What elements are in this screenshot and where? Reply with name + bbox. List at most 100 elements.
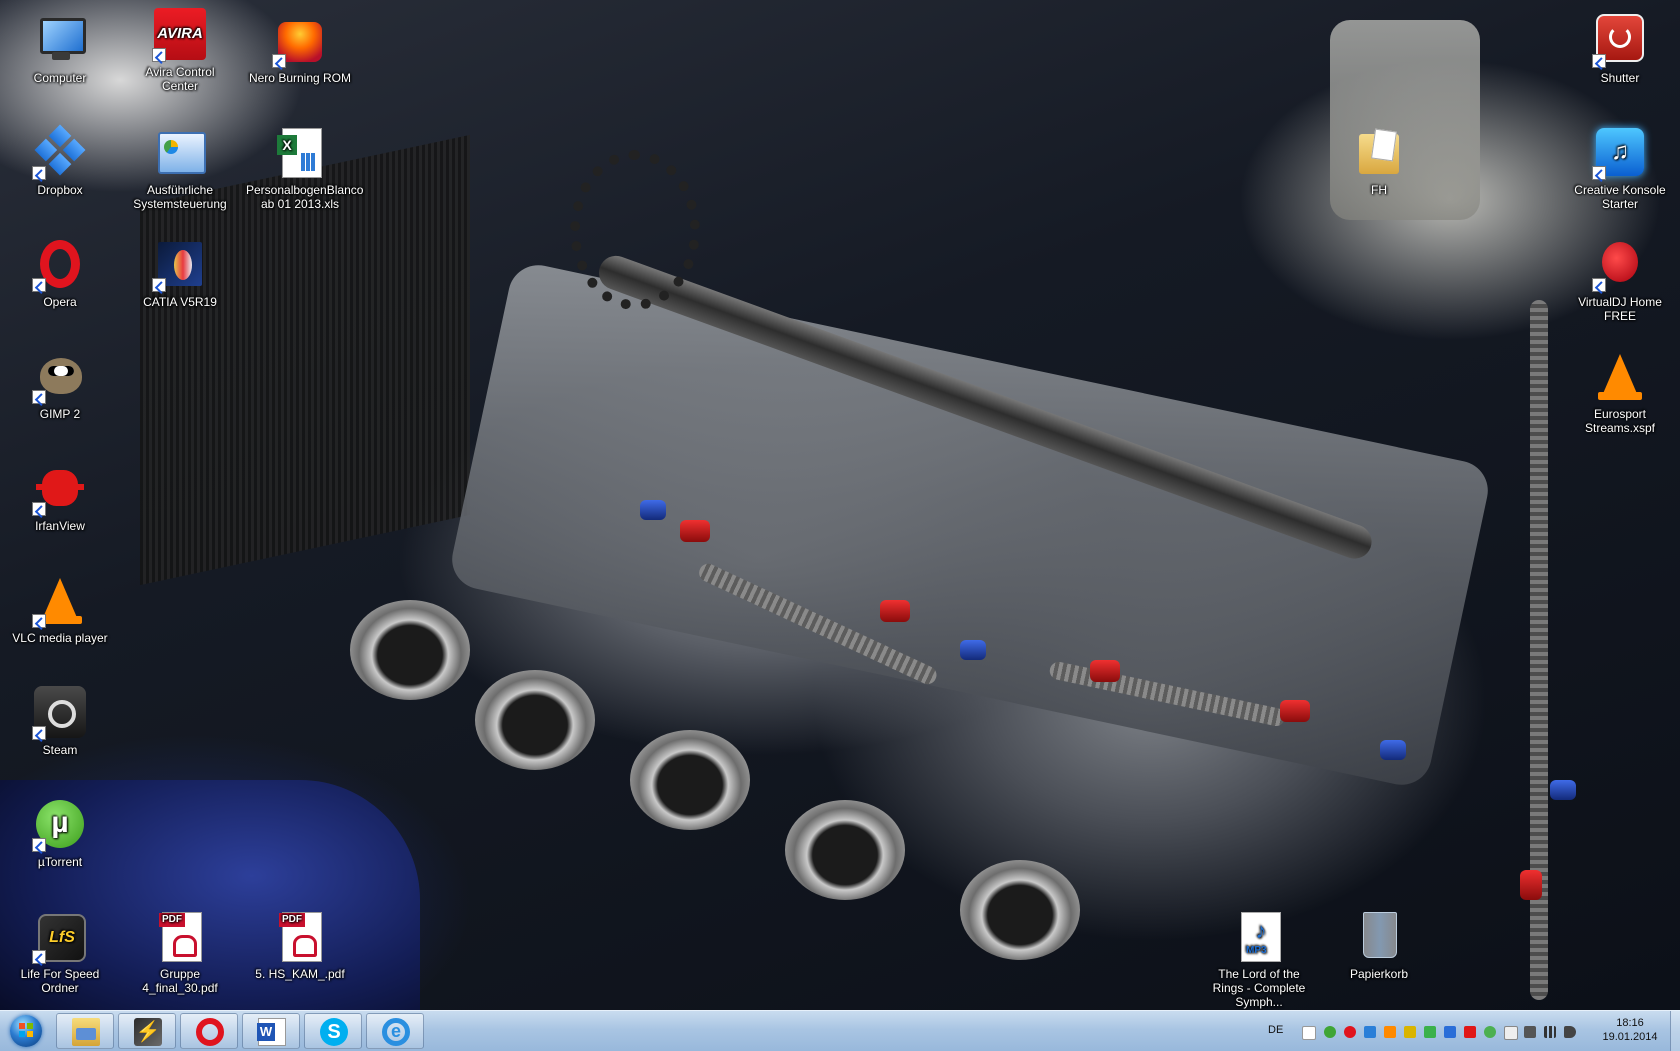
tray-dropbox-icon[interactable] xyxy=(1364,1026,1376,1038)
desktop-icon-label: CATIA V5R19 xyxy=(143,295,217,309)
shortcut-arrow-icon xyxy=(1592,54,1606,68)
excel-file-icon xyxy=(277,128,322,178)
desktop-icon-label: PersonalbogenBlanco ab 01 2013.xls xyxy=(246,183,364,211)
desktop-icon-lfs-folder[interactable]: LfS Life For Speed Ordner xyxy=(4,908,116,995)
tray-avira-icon[interactable] xyxy=(1464,1026,1476,1038)
desktop-icon-mp3[interactable]: ♪ The Lord of the Rings - Complete Symph… xyxy=(1203,908,1315,1009)
virtualdj-icon xyxy=(1602,242,1638,282)
tray-opera-icon[interactable] xyxy=(1344,1026,1356,1038)
folder-icon xyxy=(72,1018,100,1046)
desktop-icon-shutter[interactable]: Shutter xyxy=(1564,12,1676,85)
tray-temp-icon-2[interactable] xyxy=(1424,1026,1436,1038)
mp3-file-icon: ♪ xyxy=(1241,912,1281,962)
desktop-icon-gimp[interactable]: GIMP 2 xyxy=(4,348,116,421)
desktop-icon-label: VLC media player xyxy=(12,631,108,645)
tray-device-icon[interactable] xyxy=(1524,1026,1536,1038)
shortcut-arrow-icon xyxy=(32,166,46,180)
desktop-icon-recycle-bin[interactable]: Papierkorb xyxy=(1323,908,1435,981)
skype-icon: S xyxy=(320,1018,348,1046)
shortcut-arrow-icon xyxy=(1592,166,1606,180)
windows-logo-icon xyxy=(10,1015,42,1047)
shortcut-arrow-icon xyxy=(32,614,46,628)
desktop-icon-irfanview[interactable]: IrfanView xyxy=(4,460,116,533)
winamp-icon xyxy=(134,1018,162,1046)
shortcut-arrow-icon xyxy=(32,838,46,852)
pdf-file-icon xyxy=(159,912,202,962)
desktop-icon-fh-folder[interactable]: FH xyxy=(1323,124,1435,197)
desktop-icon-avira[interactable]: AVIRA Avira Control Center xyxy=(124,6,236,93)
tray-temp-icon[interactable] xyxy=(1404,1026,1416,1038)
clock-date: 19.01.2014 xyxy=(1602,1031,1658,1043)
desktop-icon-eurosport[interactable]: Eurosport Streams.xspf xyxy=(1564,348,1676,435)
taskbar-item-explorer[interactable] xyxy=(56,1013,114,1049)
irfanview-icon xyxy=(36,470,84,506)
network-signal-icon[interactable] xyxy=(1544,1026,1556,1038)
tray-shield-icon[interactable] xyxy=(1484,1026,1496,1038)
tray-car-icon[interactable] xyxy=(1444,1026,1456,1038)
desktop-icon-label: µTorrent xyxy=(37,855,83,869)
language-indicator[interactable]: DE xyxy=(1268,1024,1283,1036)
tray-check-icon[interactable] xyxy=(1324,1026,1336,1038)
shortcut-arrow-icon xyxy=(1592,278,1606,292)
desktop-icon-label: Steam xyxy=(42,743,78,757)
desktop-icon-pdf-hs-kam[interactable]: 5. HS_KAM_.pdf xyxy=(244,908,356,981)
taskbar-item-ie[interactable] xyxy=(366,1013,424,1049)
taskbar-item-opera[interactable] xyxy=(180,1013,238,1049)
desktop-icon-label: IrfanView xyxy=(35,519,85,533)
shortcut-arrow-icon xyxy=(32,502,46,516)
desktop-icon-label: VirtualDJ Home FREE xyxy=(1578,295,1662,323)
taskbar-item-winamp[interactable] xyxy=(118,1013,176,1049)
desktop-icon-opera[interactable]: Opera xyxy=(4,236,116,309)
desktop-icon-utorrent[interactable]: µ µTorrent xyxy=(4,796,116,869)
shortcut-arrow-icon xyxy=(32,390,46,404)
taskbar-clock[interactable]: 18:16 19.01.2014 xyxy=(1595,1016,1665,1044)
desktop-icon-label: Avira Control Center xyxy=(145,65,215,93)
word-icon xyxy=(257,1018,286,1046)
desktop-icon-steam[interactable]: Steam xyxy=(4,684,116,757)
shortcut-arrow-icon xyxy=(152,278,166,292)
internet-explorer-icon xyxy=(382,1018,410,1046)
taskbar-item-word[interactable] xyxy=(242,1013,300,1049)
clock-time: 18:16 xyxy=(1616,1017,1644,1029)
recycle-bin-icon xyxy=(1363,912,1397,958)
shortcut-arrow-icon xyxy=(32,950,46,964)
taskbar-item-skype[interactable]: S xyxy=(304,1013,362,1049)
desktop-icon-dropbox[interactable]: Dropbox xyxy=(4,124,116,197)
pdf-file-icon xyxy=(279,912,322,962)
desktop-icon-label: Shutter xyxy=(1600,71,1640,85)
desktop-icon-label: Nero Burning ROM xyxy=(248,71,352,85)
desktop-icon-label: Opera xyxy=(43,295,77,309)
start-button[interactable] xyxy=(4,1013,48,1049)
desktop-icon-excel-file[interactable]: PersonalbogenBlanco ab 01 2013.xls xyxy=(244,124,364,211)
desktop-icon-catia[interactable]: CATIA V5R19 xyxy=(124,236,236,309)
desktop-icon-creative[interactable]: Creative Konsole Starter xyxy=(1564,124,1676,211)
desktop-icon-label: Eurosport Streams.xspf xyxy=(1584,407,1656,435)
computer-icon xyxy=(40,18,86,54)
volume-icon[interactable] xyxy=(1564,1026,1576,1038)
desktop-icon-label: Creative Konsole Starter xyxy=(1574,183,1666,211)
vlc-icon xyxy=(38,578,82,624)
desktop-icon-systemsteuerung[interactable]: Ausführliche Systemsteuerung xyxy=(124,124,236,211)
desktop-icon-label: Life For Speed Ordner xyxy=(20,967,100,995)
action-center-flag-icon[interactable] xyxy=(1504,1026,1518,1040)
desktop-icon-label: Gruppe 4_final_30.pdf xyxy=(142,967,218,995)
opera-icon xyxy=(196,1018,224,1046)
desktop-icon-vlc[interactable]: VLC media player xyxy=(4,572,116,645)
show-desktop-button[interactable] xyxy=(1670,1011,1680,1051)
tray-tool-icon[interactable] xyxy=(1384,1026,1396,1038)
desktop-icon-pdf-gruppe4[interactable]: Gruppe 4_final_30.pdf xyxy=(124,908,236,995)
shortcut-arrow-icon xyxy=(32,278,46,292)
shortcut-arrow-icon xyxy=(32,726,46,740)
desktop-icon-label: Dropbox xyxy=(37,183,83,197)
desktop-icon-virtualdj[interactable]: VirtualDJ Home FREE xyxy=(1564,236,1676,323)
desktop-icon-label: 5. HS_KAM_.pdf xyxy=(255,967,345,981)
show-hidden-icons-icon[interactable] xyxy=(1302,1026,1316,1040)
desktop-icon-label: The Lord of the Rings - Complete Symph..… xyxy=(1212,967,1306,1009)
control-panel-icon xyxy=(158,132,206,174)
taskbar: S DE 18:16 19.01.2014 xyxy=(0,1010,1680,1051)
opera-icon xyxy=(40,240,80,288)
desktop-icon-nero[interactable]: Nero Burning ROM xyxy=(244,12,356,85)
desktop-icon-computer[interactable]: Computer xyxy=(4,12,116,85)
desktop-icon-label: Ausführliche Systemsteuerung xyxy=(133,183,227,211)
desktop-icon-label: FH xyxy=(1371,183,1387,197)
